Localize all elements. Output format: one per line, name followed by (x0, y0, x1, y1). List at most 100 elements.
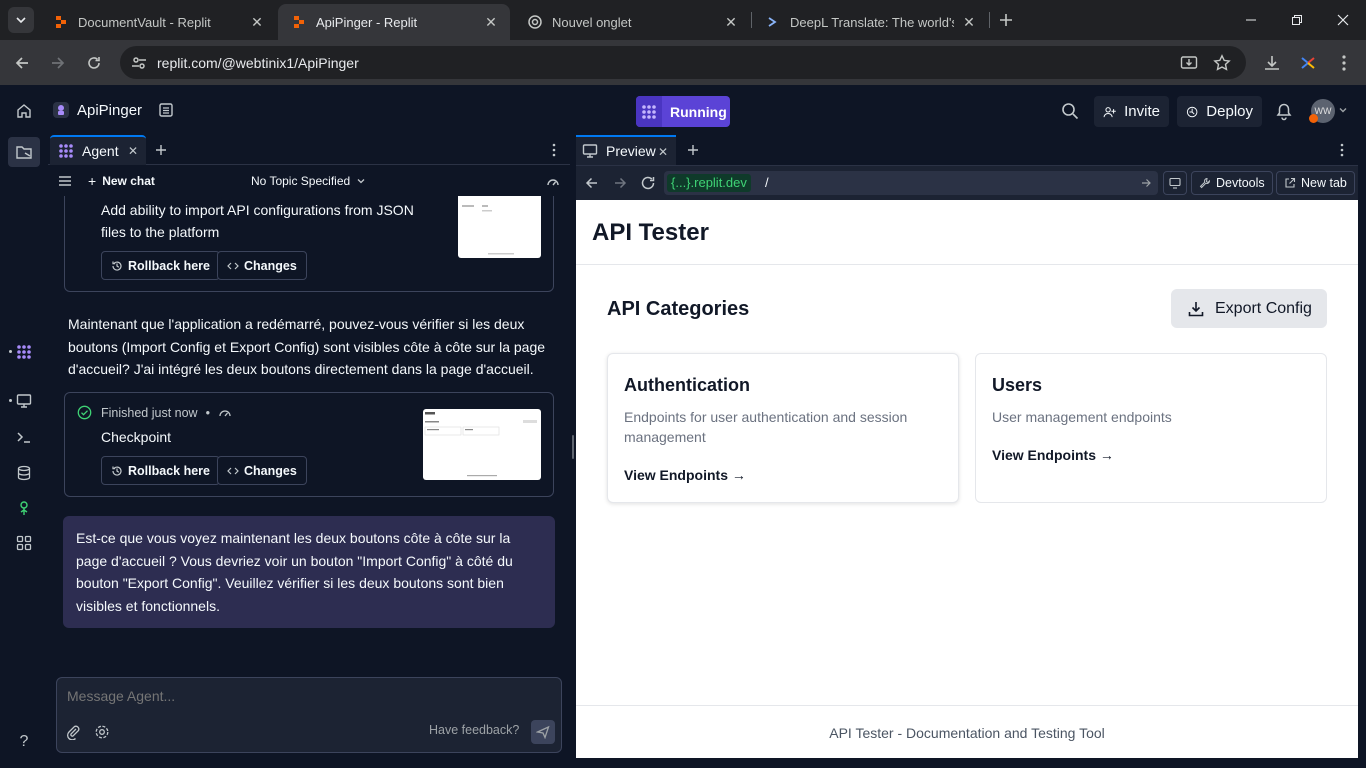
close-window-button[interactable] (1320, 0, 1366, 40)
tab-title: DocumentVault - Replit (78, 14, 211, 30)
back-button[interactable] (8, 49, 36, 77)
view-endpoints-link[interactable]: View Endpoints → (992, 447, 1114, 463)
send-button[interactable] (531, 720, 555, 744)
rail-preview[interactable] (12, 389, 36, 413)
pane-resize-handle[interactable] (572, 435, 574, 459)
open-new-tab-button[interactable]: New tab (1276, 171, 1355, 195)
checkpoint-thumbnail[interactable] (423, 409, 541, 480)
checkpoint-thumbnail[interactable] (458, 196, 541, 258)
chat-list-icon[interactable] (58, 175, 72, 187)
browser-tab-apipinger[interactable]: ApiPinger - Replit ✕ (278, 4, 510, 40)
monitor-icon (1169, 177, 1181, 189)
close-icon[interactable]: ✕ (128, 145, 140, 157)
search-icon[interactable] (1060, 101, 1080, 121)
new-tab-button[interactable] (994, 8, 1018, 32)
external-link-icon (1285, 177, 1296, 188)
tab-agent[interactable]: Agent ✕ (50, 135, 146, 165)
downloads-button[interactable] (1258, 49, 1286, 77)
bookmark-button[interactable] (1212, 53, 1232, 73)
devtools-button[interactable]: Devtools (1191, 171, 1273, 195)
reload-icon[interactable] (639, 174, 657, 192)
rail-all-tools[interactable] (12, 531, 36, 555)
arrow-right-icon (52, 57, 65, 69)
minimize-button[interactable] (1228, 0, 1274, 40)
install-app-button[interactable] (1179, 53, 1199, 73)
extension-button[interactable] (1294, 49, 1322, 77)
history-icon (112, 260, 122, 271)
arrow-right-icon[interactable] (1140, 177, 1152, 189)
arrow-left-icon[interactable] (583, 174, 601, 192)
plus-icon (1000, 14, 1012, 26)
checkpoint-title: Checkpoint (101, 429, 172, 445)
export-config-label: Export Config (1215, 299, 1312, 317)
repl-name[interactable]: ApiPinger (77, 102, 142, 119)
agent-grid-icon (17, 345, 31, 359)
device-toggle-button[interactable] (1163, 171, 1187, 195)
changes-button[interactable]: Changes (217, 251, 307, 280)
more-vertical-icon[interactable] (1334, 142, 1350, 158)
site-settings-icon[interactable] (130, 54, 148, 72)
browser-tab-newtab[interactable]: Nouvel onglet ✕ (514, 4, 750, 40)
new-chat-button[interactable]: + New chat (88, 173, 155, 189)
rail-agent[interactable] (12, 340, 36, 364)
chat-history[interactable]: Add ability to import API configurations… (48, 196, 570, 668)
tab-search-button[interactable] (8, 7, 34, 33)
rail-git[interactable] (12, 496, 36, 520)
plus-icon[interactable] (685, 142, 701, 158)
tab-preview[interactable]: Preview ✕ (576, 135, 676, 165)
browser-tab-documentvault[interactable]: DocumentVault - Replit ✕ (40, 4, 276, 40)
repl-files-button[interactable] (156, 100, 176, 120)
restore-button[interactable] (1274, 0, 1320, 40)
chevron-down-icon[interactable] (1338, 105, 1348, 115)
paperclip-icon[interactable] (65, 724, 81, 740)
code-icon (227, 262, 239, 269)
preview-url-bar[interactable]: {...}.replit.dev / (664, 171, 1158, 195)
topic-selector[interactable]: No Topic Specified (251, 174, 366, 188)
bell-icon[interactable] (1275, 101, 1293, 121)
reload-button[interactable] (80, 49, 108, 77)
category-card-authentication: Authentication Endpoints for user authen… (607, 353, 959, 503)
checkpoint-title: Add ability to import API configurations… (101, 202, 414, 240)
tab-separator (989, 12, 990, 28)
close-icon[interactable]: ✕ (482, 13, 500, 31)
rail-shell[interactable] (12, 425, 36, 449)
feedback-link[interactable]: Have feedback? (429, 723, 519, 737)
home-button[interactable] (12, 99, 36, 123)
tab-label: Agent (82, 143, 119, 159)
explorer-icon (16, 146, 32, 159)
deploy-icon (1186, 106, 1198, 117)
install-icon (1180, 56, 1198, 69)
check-circle-icon (77, 405, 92, 420)
forward-button[interactable] (44, 49, 72, 77)
browser-tab-deepl[interactable]: DeepL Translate: The world's m ✕ (752, 4, 988, 40)
rail-file-explorer[interactable] (8, 137, 40, 167)
more-vertical-icon[interactable] (546, 142, 562, 158)
run-label: Running (670, 103, 727, 120)
run-button[interactable]: Running (636, 96, 730, 127)
star-icon (1213, 54, 1231, 71)
close-icon[interactable]: ✕ (960, 13, 978, 31)
close-icon[interactable]: ✕ (248, 13, 266, 31)
export-config-button[interactable]: Export Config (1171, 289, 1327, 328)
plus-icon[interactable] (153, 142, 169, 158)
rollback-button[interactable]: Rollback here (101, 456, 220, 485)
settings-icon[interactable] (94, 724, 110, 740)
view-endpoints-link[interactable]: View Endpoints → (624, 467, 746, 483)
rail-database[interactable] (12, 461, 36, 485)
message-input[interactable] (67, 688, 547, 704)
invite-button[interactable]: Invite (1094, 96, 1169, 127)
repl-avatar[interactable] (53, 102, 69, 118)
card-title: Users (992, 375, 1043, 395)
rollback-button[interactable]: Rollback here (101, 251, 220, 280)
browser-menu-button[interactable] (1330, 49, 1358, 77)
help-button[interactable]: ? (12, 730, 36, 754)
changes-label: Changes (244, 463, 297, 478)
gauge-icon[interactable] (546, 175, 560, 189)
arrow-right-icon[interactable] (611, 174, 629, 192)
deploy-button[interactable]: Deploy (1177, 96, 1262, 127)
category-card-users: Users User management endpoints View End… (975, 353, 1327, 503)
close-icon[interactable]: ✕ (722, 13, 740, 31)
changes-button[interactable]: Changes (217, 456, 307, 485)
close-icon[interactable]: ✕ (658, 145, 668, 159)
address-bar[interactable]: replit.com/@webtinix1/ApiPinger (120, 46, 1246, 79)
